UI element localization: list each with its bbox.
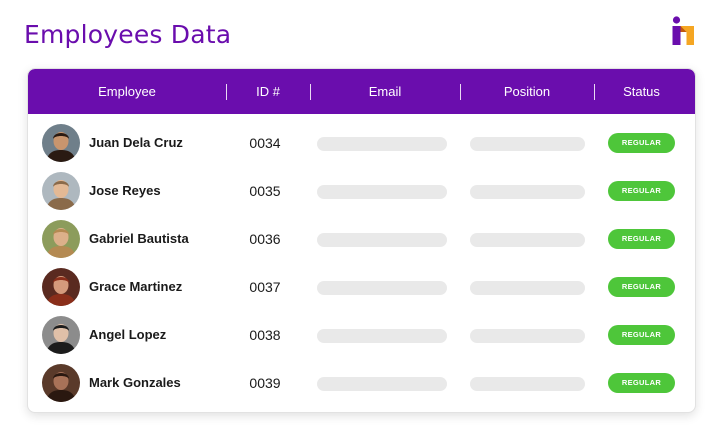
- table-row[interactable]: Jose Reyes 0035 REGULAR: [28, 167, 695, 215]
- avatar: [42, 172, 80, 210]
- column-header-position[interactable]: Position: [460, 69, 594, 114]
- position-placeholder: [470, 233, 585, 247]
- column-header-employee[interactable]: Employee: [28, 69, 226, 114]
- table-row[interactable]: Grace Martinez 0037 REGULAR: [28, 263, 695, 311]
- table-header: Employee ID # Email Position Status: [28, 69, 695, 114]
- position-placeholder: [470, 137, 585, 151]
- column-header-status[interactable]: Status: [594, 69, 689, 114]
- employee-id: 0039: [249, 375, 281, 391]
- position-placeholder: [470, 281, 585, 295]
- employee-name: Mark Gonzales: [89, 375, 181, 390]
- employee-id: 0038: [249, 327, 281, 343]
- employee-id: 0034: [249, 135, 281, 151]
- table-row[interactable]: Mark Gonzales 0039 REGULAR: [28, 359, 695, 407]
- employee-name: Jose Reyes: [89, 183, 161, 198]
- page-title: Employees Data: [24, 20, 232, 49]
- column-header-id[interactable]: ID #: [226, 69, 310, 114]
- email-placeholder: [317, 233, 447, 247]
- logo-dot: [672, 16, 681, 24]
- employee-id: 0035: [249, 183, 281, 199]
- email-placeholder: [317, 377, 447, 391]
- status-badge: REGULAR: [608, 133, 675, 153]
- avatar: [42, 316, 80, 354]
- column-header-email[interactable]: Email: [310, 69, 460, 114]
- email-placeholder: [317, 185, 447, 199]
- avatar: [42, 364, 80, 402]
- avatar: [42, 220, 80, 258]
- position-placeholder: [470, 329, 585, 343]
- status-badge: REGULAR: [608, 277, 675, 297]
- employees-table: Employee ID # Email Position Status Juan…: [27, 68, 696, 413]
- email-placeholder: [317, 281, 447, 295]
- employee-name: Juan Dela Cruz: [89, 135, 183, 150]
- employee-name: Grace Martinez: [89, 279, 183, 294]
- email-placeholder: [317, 137, 447, 151]
- position-placeholder: [470, 377, 585, 391]
- brand-logo-icon: [671, 16, 695, 46]
- position-placeholder: [470, 185, 585, 199]
- avatar: [42, 124, 80, 162]
- employee-name: Angel Lopez: [89, 327, 167, 342]
- table-row[interactable]: Angel Lopez 0038 REGULAR: [28, 311, 695, 359]
- email-placeholder: [317, 329, 447, 343]
- employee-id: 0036: [249, 231, 281, 247]
- status-badge: REGULAR: [608, 325, 675, 345]
- status-badge: REGULAR: [608, 373, 675, 393]
- employee-id: 0037: [249, 279, 281, 295]
- status-badge: REGULAR: [608, 181, 675, 201]
- logo-stem: [672, 26, 681, 45]
- status-badge: REGULAR: [608, 229, 675, 249]
- employee-name: Gabriel Bautista: [89, 231, 189, 246]
- avatar: [42, 268, 80, 306]
- table-row[interactable]: Gabriel Bautista 0036 REGULAR: [28, 215, 695, 263]
- table-row[interactable]: Juan Dela Cruz 0034 REGULAR: [28, 119, 695, 167]
